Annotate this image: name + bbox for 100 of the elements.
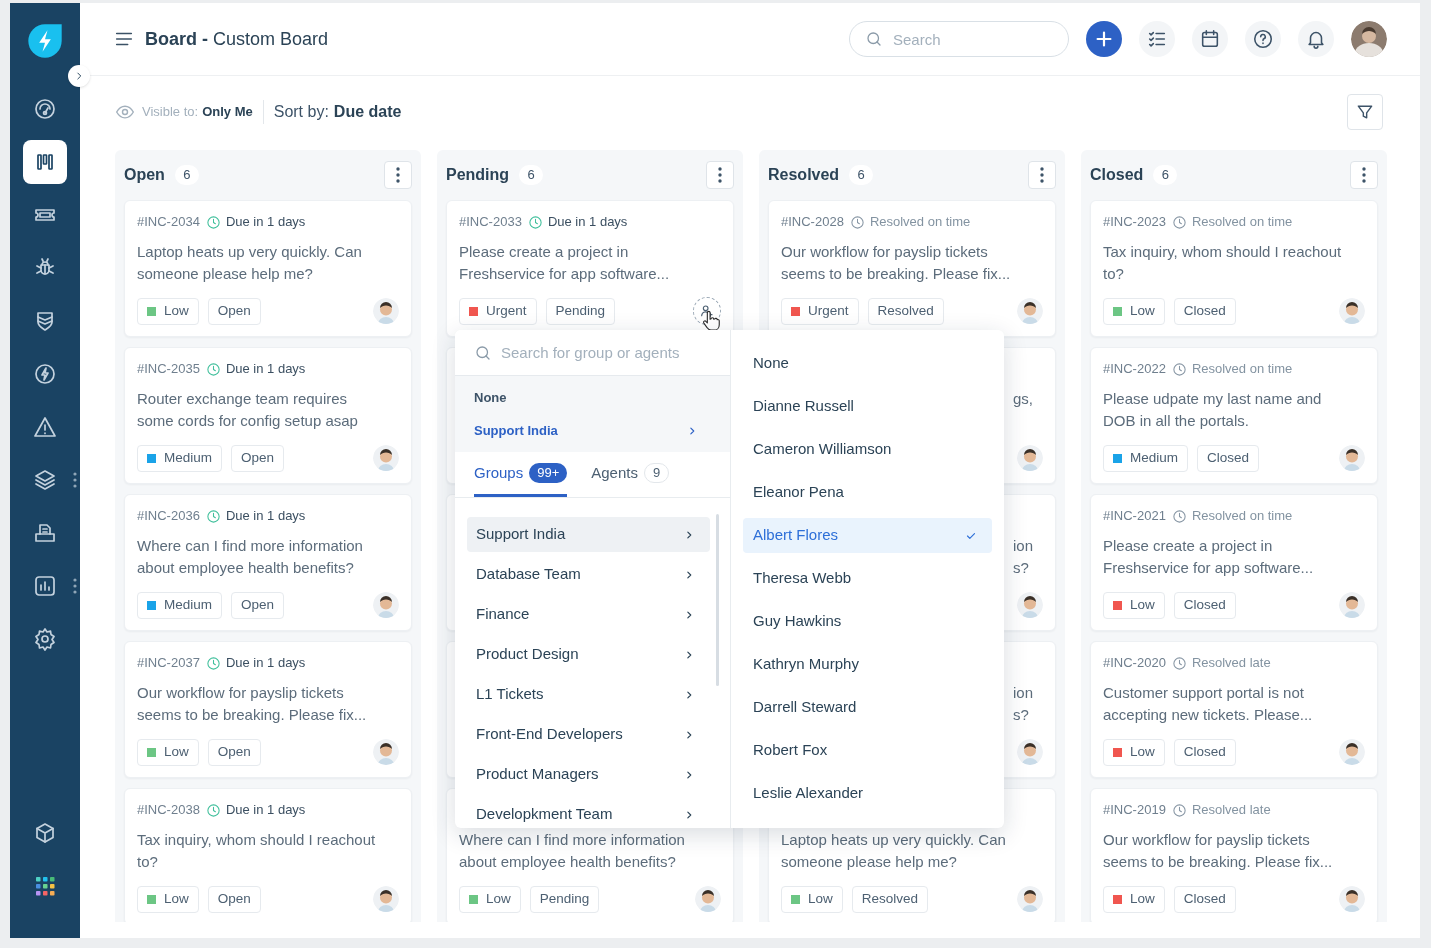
logo-icon[interactable] bbox=[25, 21, 65, 61]
due-status: Due in 1 days bbox=[547, 213, 628, 232]
clock-icon bbox=[849, 214, 865, 230]
status-tag: Resolved bbox=[867, 297, 944, 325]
ticket-card[interactable]: #INC-2036 Due in 1 days Where can I find more information about employee health benefits? Medium Open bbox=[124, 494, 412, 631]
ticket-card[interactable]: #INC-2034 Due in 1 days Laptop heats up very quickly. Can someone please help me? Low Open bbox=[124, 200, 412, 337]
search-field[interactable]: Search bbox=[849, 21, 1069, 57]
ticket-card[interactable]: #INC-2033 Due in 1 days Please create a project in Freshservice for app software... Urgent Pending bbox=[446, 200, 734, 337]
clock-icon bbox=[205, 508, 221, 524]
ticket-title: Router exchange team requires some cords for config setup asap bbox=[137, 389, 359, 431]
agent-item[interactable]: Theresa Webb bbox=[743, 561, 992, 596]
column-title: Resolved bbox=[768, 165, 840, 185]
calendar-button[interactable] bbox=[1192, 21, 1228, 57]
visibility-value[interactable]: Only Me bbox=[202, 102, 253, 122]
priority-label: Urgent bbox=[486, 301, 527, 320]
layers-icon bbox=[33, 468, 57, 492]
user-avatar[interactable] bbox=[1351, 21, 1387, 57]
ticket-title: Tax inquiry, whom should I reachout to? bbox=[137, 830, 377, 872]
sort-label: Sort by: bbox=[273, 102, 329, 122]
more-dots-icon[interactable] bbox=[73, 578, 77, 594]
avatar bbox=[1017, 592, 1043, 618]
ticket-title: Where can I find more information about employee health benefits? bbox=[459, 830, 686, 872]
status-tag: Open bbox=[207, 885, 261, 913]
priority-label: Medium bbox=[1130, 448, 1178, 467]
filter-button[interactable] bbox=[1347, 94, 1383, 130]
agent-item[interactable]: Cameron Williamson bbox=[743, 432, 992, 467]
ticket-card[interactable]: #INC-2038 Due in 1 days Tax inquiry, whom should I reachout to? Low Open bbox=[124, 788, 412, 922]
due-status: Resolved on time bbox=[1191, 360, 1293, 379]
column-menu-button[interactable] bbox=[1028, 161, 1056, 189]
agent-item[interactable]: None bbox=[743, 346, 992, 381]
more-dots-icon[interactable] bbox=[73, 472, 77, 488]
checklist-button[interactable] bbox=[1139, 21, 1175, 57]
current-none-label: None bbox=[474, 388, 508, 407]
ticket-title-fragment: gs, bbox=[1013, 389, 1033, 409]
clock-icon bbox=[205, 214, 221, 230]
column-title: Open bbox=[124, 165, 165, 185]
priority-label: Low bbox=[486, 889, 511, 908]
ticket-card[interactable]: #INC-2020 Resolved late Customer support portal is not accepting new tickets. Please... Low Closed bbox=[1090, 641, 1378, 778]
priority-label: Low bbox=[1130, 889, 1155, 908]
tab[interactable]: Agents 9 bbox=[591, 452, 670, 497]
status-tag: Closed bbox=[1173, 591, 1236, 619]
ticket-card[interactable]: #INC-2037 Due in 1 days Our workflow for payslip tickets seems to be breaking. Please fix... Low Open bbox=[124, 641, 412, 778]
sidebar-item[interactable] bbox=[23, 140, 67, 184]
ticket-id: #INC-2019 bbox=[1103, 801, 1166, 820]
column-menu-button[interactable] bbox=[706, 161, 734, 189]
ticket-title-fragment: ion bbox=[1012, 683, 1033, 703]
group-item[interactable]: Developkment Team bbox=[467, 797, 710, 828]
ticket-id: #INC-2021 bbox=[1103, 507, 1166, 526]
clock-icon bbox=[1171, 655, 1187, 671]
avatar bbox=[1017, 886, 1043, 912]
status-tag: Pending bbox=[545, 297, 616, 325]
group-item[interactable]: Finance bbox=[467, 597, 710, 632]
agent-item[interactable]: Robert Fox bbox=[743, 733, 992, 768]
column-menu-button[interactable] bbox=[384, 161, 412, 189]
collapse-toggle[interactable] bbox=[68, 65, 90, 87]
agent-item[interactable]: Darrell Steward bbox=[743, 690, 992, 725]
priority-label: Low bbox=[164, 742, 189, 761]
agent-item[interactable]: Eleanor Pena bbox=[743, 475, 992, 510]
document-tray-icon bbox=[33, 521, 57, 545]
help-button[interactable] bbox=[1245, 21, 1281, 57]
filter-icon bbox=[1355, 102, 1375, 122]
group-item[interactable]: L1 Tickets bbox=[467, 677, 710, 712]
group-item[interactable]: Support India bbox=[467, 517, 710, 552]
group-item[interactable]: Product Design bbox=[467, 637, 710, 672]
agent-item[interactable]: Kathryn Murphy bbox=[743, 647, 992, 682]
avatar bbox=[1339, 886, 1365, 912]
priority-label: Low bbox=[1130, 595, 1155, 614]
agent-item[interactable]: Albert Flores bbox=[743, 518, 992, 553]
avatar bbox=[1017, 298, 1043, 324]
status-tag: Open bbox=[207, 738, 261, 766]
ticket-title: Our workflow for payslip tickets seems to be breaking. Please fix... bbox=[137, 683, 368, 725]
bell-button[interactable] bbox=[1298, 21, 1334, 57]
group-item[interactable]: Front-End Developers bbox=[467, 717, 710, 752]
group-item[interactable]: Database Team bbox=[467, 557, 710, 592]
priority-label: Urgent bbox=[808, 301, 849, 320]
calendar-icon bbox=[1199, 28, 1221, 50]
avatar bbox=[373, 298, 399, 324]
add-button[interactable] bbox=[1086, 21, 1122, 57]
due-status: Due in 1 days bbox=[225, 801, 306, 820]
ticket-card[interactable]: #INC-2019 Resolved late Our workflow for payslip tickets seems to be breaking. Please fix... Low Closed bbox=[1090, 788, 1378, 922]
current-group-link[interactable]: Support India bbox=[474, 421, 711, 441]
search-field[interactable]: Search for group or agents bbox=[455, 330, 730, 376]
tab[interactable]: Groups 99+ bbox=[474, 452, 568, 497]
ticket-card[interactable]: #INC-2023 Resolved on time Tax inquiry, whom should I reachout to? Low Closed bbox=[1090, 200, 1378, 337]
column-title: Pending bbox=[446, 165, 510, 185]
search-icon bbox=[865, 30, 883, 48]
sort-value[interactable]: Due date bbox=[333, 100, 402, 124]
ticket-card[interactable]: #INC-2028 Resolved on time Our workflow for payslip tickets seems to be breaking. Please fix... Urgent Resolved bbox=[768, 200, 1056, 337]
agent-item[interactable]: Guy Hawkins bbox=[743, 604, 992, 639]
ticket-card[interactable]: #INC-2035 Due in 1 days Router exchange team requires some cords for config setup asap Medium Open bbox=[124, 347, 412, 484]
count-badge: 6 bbox=[519, 165, 544, 185]
ticket-card[interactable]: #INC-2021 Resolved on time Please create a project in Freshservice for app software... Low Closed bbox=[1090, 494, 1378, 631]
column-menu-button[interactable] bbox=[1350, 161, 1378, 189]
avatar bbox=[1339, 445, 1365, 471]
agent-item[interactable]: Dianne Russell bbox=[743, 389, 992, 424]
ticket-id: #INC-2022 bbox=[1103, 360, 1166, 379]
ticket-id: #INC-2035 bbox=[137, 360, 200, 379]
ticket-id: #INC-2036 bbox=[137, 507, 200, 526]
ticket-card[interactable]: #INC-2022 Resolved on time Please udpate my last name and DOB in all the portals. Medium Closed bbox=[1090, 347, 1378, 484]
due-status: Due in 1 days bbox=[225, 213, 306, 232]
